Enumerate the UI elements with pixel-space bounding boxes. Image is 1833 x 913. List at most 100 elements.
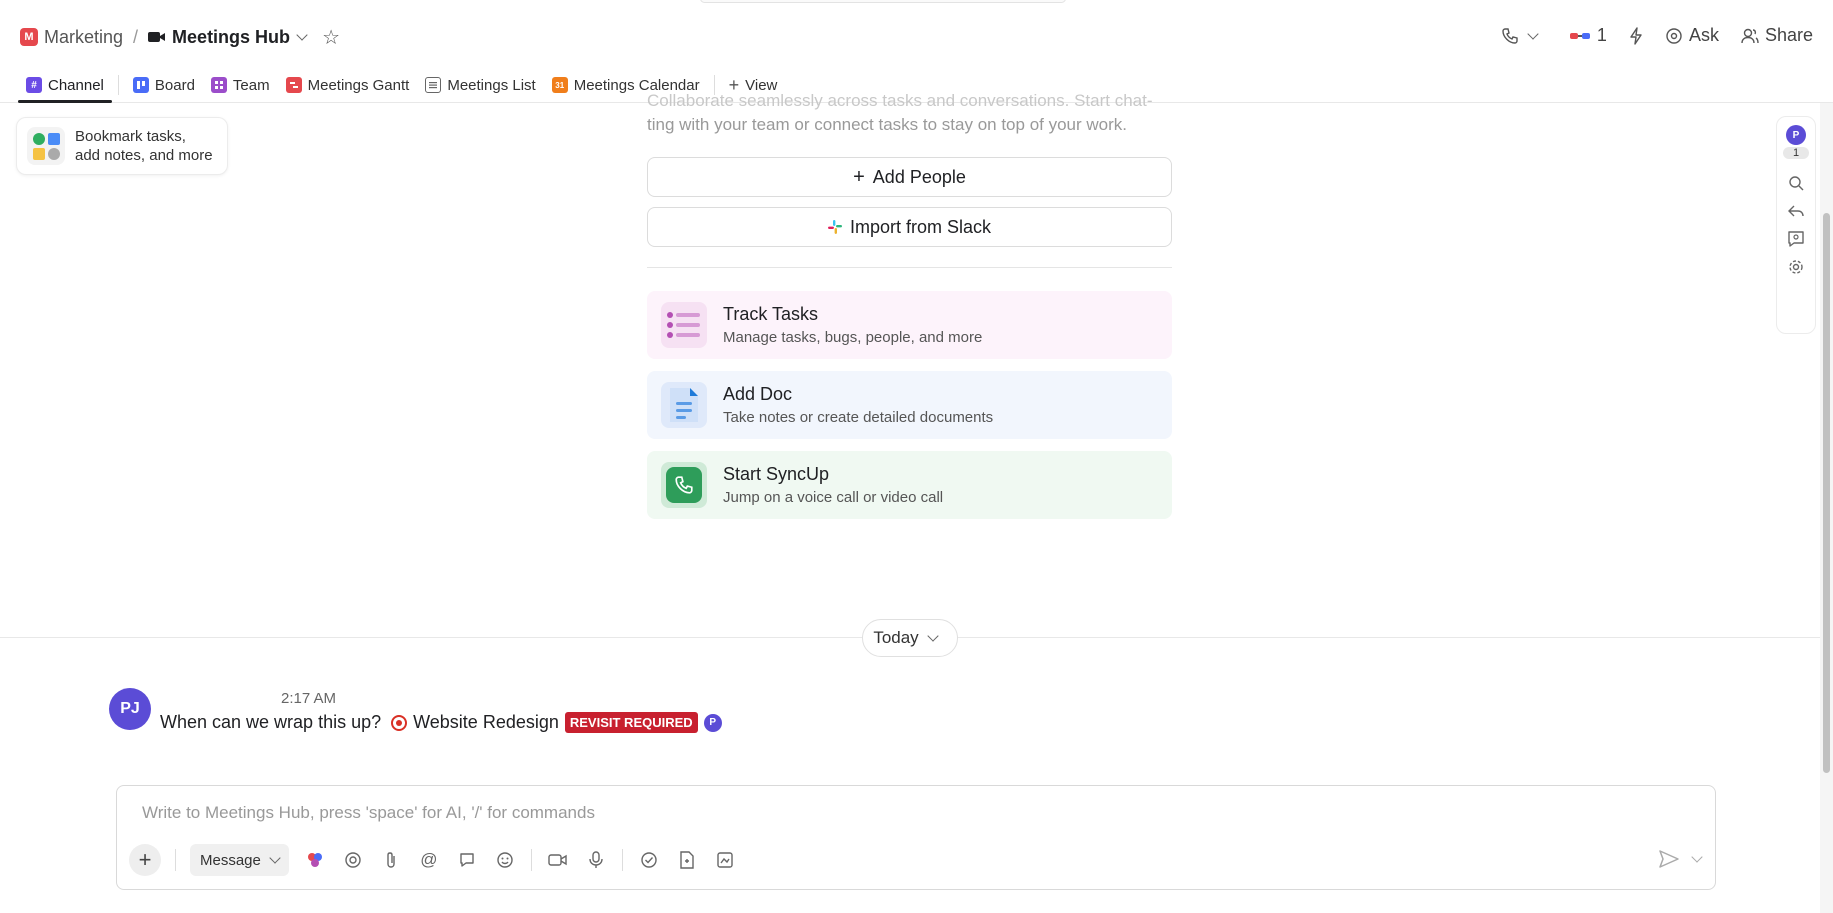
phone-icon [1501, 27, 1519, 45]
create-doc-icon[interactable] [675, 848, 699, 872]
video-clip-icon[interactable] [546, 848, 570, 872]
comment-icon[interactable] [455, 848, 479, 872]
member-avatar[interactable]: P [1786, 125, 1806, 145]
avatar[interactable]: PJ [109, 688, 151, 730]
intro-line-1: Collaborate seamlessly across tasks and … [647, 91, 1153, 110]
send-controls [1659, 850, 1703, 868]
bookmark-line-2: add notes, and more [75, 147, 213, 164]
reply-icon[interactable] [1788, 203, 1804, 219]
emoji-icon[interactable] [493, 848, 517, 872]
chat-person-icon[interactable] [1788, 231, 1804, 247]
toolbar-divider [621, 849, 623, 871]
paperclip-icon[interactable] [379, 848, 403, 872]
status-badge[interactable]: REVISIT REQUIRED [564, 712, 698, 733]
scrollbar[interactable] [1820, 103, 1833, 913]
message-composer[interactable]: Write to Meetings Hub, press 'space' for… [116, 785, 1716, 890]
microphone-icon[interactable] [584, 848, 608, 872]
tab-meetings-gantt[interactable]: Meetings Gantt [278, 67, 418, 103]
header-actions: 1 Ask Share [1501, 25, 1813, 46]
task-link[interactable]: Website Redesign [413, 712, 559, 733]
scrollbar-thumb[interactable] [1823, 213, 1830, 773]
team-icon [210, 77, 227, 93]
search-pill[interactable] [700, 0, 1066, 3]
tab-meetings-list[interactable]: Meetings List [417, 67, 543, 103]
add-attachment-button[interactable]: + [129, 844, 161, 876]
today-label: Today [873, 628, 919, 647]
message-body: When can we wrap this up? Website Redesi… [160, 712, 722, 733]
share-people-icon [1741, 27, 1759, 45]
add-people-button[interactable]: + Add People [647, 157, 1172, 197]
import-slack-label: Import from Slack [849, 216, 992, 237]
tab-label: Team [232, 76, 270, 94]
gear-icon[interactable] [1788, 259, 1804, 275]
tab-label: Channel [48, 76, 104, 94]
whiteboard-icon[interactable] [713, 848, 737, 872]
card-text: Start SyncUp Jump on a voice call or vid… [723, 464, 943, 506]
card-title: Track Tasks [723, 304, 819, 324]
chevron-down-icon [927, 630, 939, 642]
create-task-icon[interactable] [637, 848, 661, 872]
card-subtitle: Jump on a voice call or video call [723, 489, 944, 506]
plus-icon: + [853, 165, 865, 188]
import-slack-button[interactable]: Import from Slack [647, 207, 1172, 247]
divider [647, 267, 1172, 268]
task-status-icon [391, 714, 408, 731]
list-icon [661, 302, 707, 348]
call-button[interactable] [1501, 27, 1547, 45]
tab-label: Meetings Gantt [307, 76, 410, 94]
phone-icon [661, 462, 707, 508]
at-mention-icon[interactable]: @ [417, 848, 441, 872]
right-sidebar: P 1 [1776, 116, 1816, 334]
space-badge[interactable]: M [20, 28, 38, 46]
bookmark-line-1: Bookmark tasks, [75, 128, 186, 145]
card-text: Add Doc Take notes or create detailed do… [723, 384, 993, 426]
tab-label: Meetings List [447, 76, 536, 94]
tab-divider [117, 75, 119, 95]
chevron-down-icon[interactable] [296, 29, 308, 41]
message-timestamp[interactable]: 2:17 AM [281, 690, 336, 707]
message-type-select[interactable]: Message [190, 844, 289, 876]
card-subtitle: Manage tasks, bugs, people, and more [723, 329, 983, 346]
toolbar-divider [530, 849, 532, 871]
breadcrumb-space[interactable]: Marketing [44, 27, 123, 48]
composer-placeholder[interactable]: Write to Meetings Hub, press 'space' for… [142, 803, 595, 823]
share-label: Share [1764, 25, 1813, 45]
list-icon [425, 77, 442, 93]
search-icon[interactable] [1788, 175, 1804, 191]
bookmark-icon [27, 127, 65, 165]
tab-channel[interactable]: # Channel [18, 67, 112, 103]
today-jump-button[interactable]: Today [862, 619, 958, 657]
card-subtitle: Take notes or create detailed documents [723, 409, 994, 426]
ai-agents-button[interactable]: 1 [1569, 25, 1607, 46]
send-icon[interactable] [1659, 850, 1679, 868]
tab-board[interactable]: Board [125, 67, 203, 103]
assignee-avatar[interactable]: P [703, 713, 722, 732]
star-icon[interactable]: ☆ [322, 25, 340, 50]
ask-button[interactable]: Ask [1665, 25, 1719, 46]
member-count: 1 [1783, 147, 1809, 159]
automation-button[interactable] [1629, 26, 1643, 45]
message-type-label: Message [200, 851, 261, 869]
mention-ai-icon[interactable] [341, 848, 365, 872]
card-title: Add Doc [723, 384, 793, 404]
calendar-icon: 31 [551, 77, 568, 93]
share-button[interactable]: Share [1741, 25, 1813, 46]
add-doc-card[interactable]: Add Doc Take notes or create detailed do… [647, 371, 1172, 439]
ai-sparkle-icon[interactable] [303, 848, 327, 872]
breadcrumb-separator: / [133, 26, 139, 47]
chevron-down-icon [269, 852, 281, 864]
channel-intro: Collaborate seamlessly across tasks and … [647, 89, 1172, 137]
track-tasks-card[interactable]: Track Tasks Manage tasks, bugs, people, … [647, 291, 1172, 359]
card-title: Start SyncUp [723, 464, 830, 484]
tab-label: Board [154, 76, 195, 94]
hash-icon: # [26, 77, 42, 93]
card-text: Track Tasks Manage tasks, bugs, people, … [723, 304, 982, 346]
board-icon [132, 77, 149, 93]
tab-team[interactable]: Team [203, 67, 278, 103]
bookmark-card[interactable]: Bookmark tasks, add notes, and more [16, 117, 228, 175]
slack-icon [827, 220, 842, 234]
breadcrumb-current[interactable]: Meetings Hub [172, 27, 290, 48]
chevron-down-icon[interactable] [1691, 851, 1703, 863]
start-syncup-card[interactable]: Start SyncUp Jump on a voice call or vid… [647, 451, 1172, 519]
lightning-icon [1629, 26, 1643, 45]
